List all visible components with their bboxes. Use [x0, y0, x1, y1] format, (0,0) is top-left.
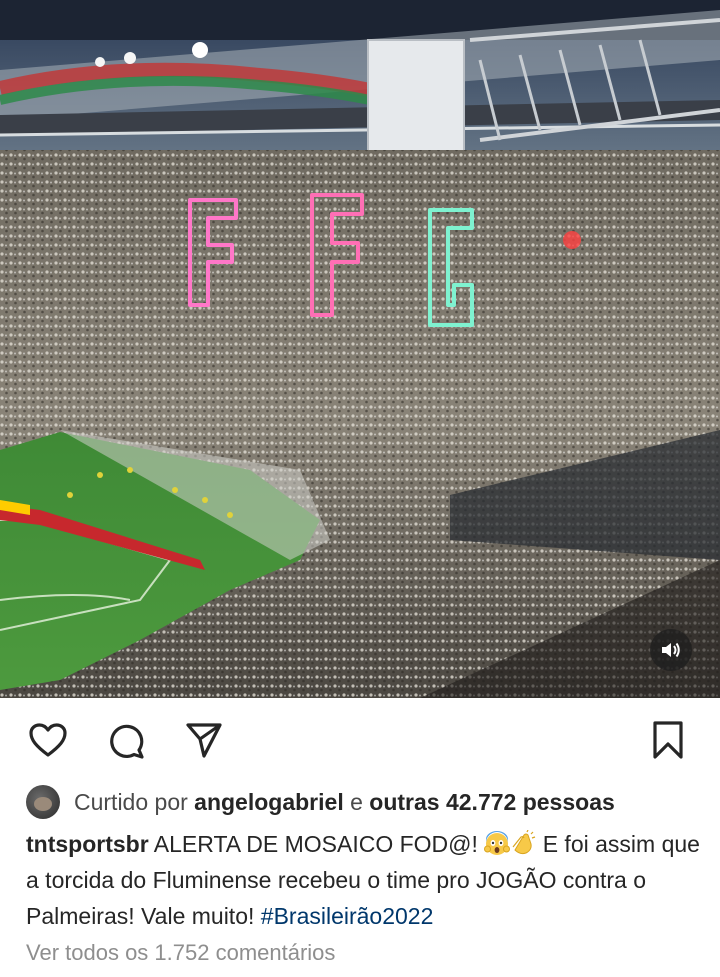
- save-button[interactable]: [646, 718, 690, 762]
- comment-button[interactable]: [104, 718, 148, 762]
- heart-icon: [29, 723, 67, 757]
- view-all-comments-link[interactable]: Ver todos os 1.752 comentários: [26, 940, 335, 966]
- stadium-scene: [0, 0, 720, 698]
- caption-text-1: ALERTA DE MOSAICO FOD@!: [153, 831, 478, 857]
- bookmark-icon: [653, 721, 683, 759]
- liked-by-and: e: [350, 788, 363, 815]
- share-button[interactable]: [182, 718, 226, 762]
- liker-username[interactable]: angelogabriel: [194, 789, 344, 816]
- comment-icon: [110, 724, 144, 759]
- caption-hashtag[interactable]: #Brasileirão2022: [261, 903, 434, 929]
- speaker-icon: [662, 642, 680, 658]
- liked-by-row[interactable]: Curtido por angelogabriel e outras 42.77…: [26, 785, 706, 819]
- like-button[interactable]: [26, 718, 70, 762]
- liker-avatar[interactable]: [26, 785, 60, 819]
- share-icon: [186, 723, 222, 758]
- liked-by-prefix: Curtido por: [74, 788, 188, 815]
- face-screaming-emoji: [484, 831, 511, 855]
- caption-username[interactable]: tntsportsbr: [26, 831, 149, 857]
- liked-by-others[interactable]: outras 42.772 pessoas: [369, 789, 614, 816]
- clapping-hands-emoji: [512, 830, 536, 855]
- sound-toggle-button[interactable]: [650, 629, 692, 671]
- post-video[interactable]: [0, 0, 720, 698]
- post-action-bar: [0, 698, 720, 778]
- post-caption: tntsportsbr ALERTA DE MOSAICO FOD@! E fo…: [26, 826, 706, 934]
